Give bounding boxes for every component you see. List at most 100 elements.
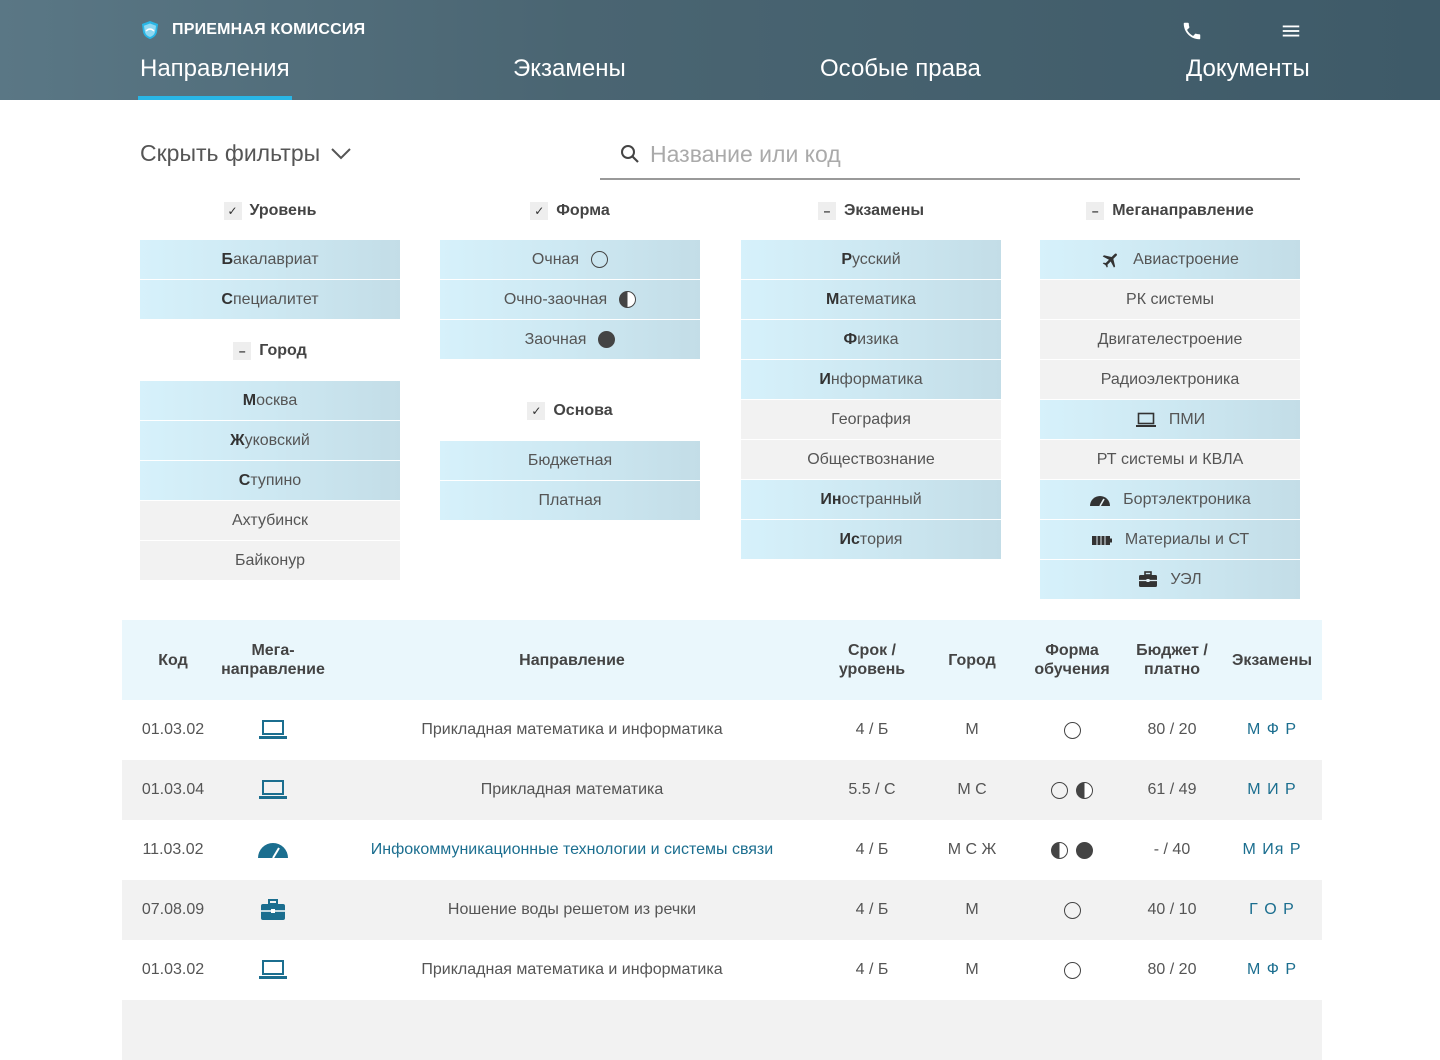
hide-filters-toggle[interactable]: Скрыть фильтры: [140, 140, 352, 167]
th-term[interactable]: Срок / уровень: [822, 641, 922, 679]
table-row[interactable]: 01.03.04 Прикладная математика 5.5 / С М…: [122, 760, 1322, 820]
filter-mega-title[interactable]: – Меганаправление: [1040, 200, 1300, 222]
filter-basis-label: Основа: [553, 402, 613, 419]
row-name[interactable]: Прикладная математика: [322, 781, 822, 799]
chip-exam-geography[interactable]: География: [741, 400, 1001, 439]
phone-icon[interactable]: [1181, 20, 1203, 42]
menu-icon[interactable]: [1280, 20, 1302, 42]
chip-exam-foreign[interactable]: Иностранный: [741, 480, 1001, 519]
filter-mega-label: Меганаправление: [1112, 202, 1254, 219]
basis-checkbox[interactable]: ✓: [527, 402, 546, 420]
row-name[interactable]: Прикладная математика и информатика: [322, 961, 822, 979]
filter-city-label: Город: [259, 342, 307, 359]
exams-checkbox[interactable]: –: [817, 202, 836, 220]
chip-city-moscow[interactable]: Москва: [140, 381, 400, 420]
brand-title: ПРИЕМНАЯ КОМИССИЯ: [172, 21, 366, 38]
city-checkbox[interactable]: –: [233, 342, 252, 360]
row-term: 4 / Б: [855, 721, 889, 738]
row-term: 4 / Б: [855, 961, 889, 978]
th-city[interactable]: Город: [922, 651, 1022, 670]
chip-city-akhtubinsk[interactable]: Ахтубинск: [140, 501, 400, 540]
row-name[interactable]: Прикладная математика и информатика: [322, 721, 822, 739]
tab-special-rights[interactable]: Особые права: [820, 55, 981, 83]
chip-basis-paid[interactable]: Платная: [440, 481, 700, 520]
chip-exam-history[interactable]: История: [741, 520, 1001, 559]
full-circle-icon: [598, 331, 616, 348]
row-exams[interactable]: М Ия Р: [1222, 841, 1322, 859]
form-checkbox[interactable]: ✓: [530, 202, 549, 220]
table-row[interactable]: 01.03.02 Прикладная математика и информа…: [122, 700, 1322, 760]
chip-exam-math[interactable]: Математика: [741, 280, 1001, 319]
brand[interactable]: ПРИЕМНАЯ КОМИССИЯ: [140, 20, 365, 40]
empty-circle-icon: [1063, 901, 1081, 919]
chip-mega-rt[interactable]: РТ системы и КВЛА: [1040, 440, 1300, 479]
chip-mega-radio[interactable]: Радиоэлектроника: [1040, 360, 1300, 399]
row-exams[interactable]: М Ф Р: [1222, 961, 1322, 979]
row-name[interactable]: Ношение воды решетом из речки: [322, 901, 822, 919]
th-exams[interactable]: Экзамены: [1222, 651, 1322, 670]
filter-form-title[interactable]: ✓ Форма: [440, 200, 700, 222]
tab-directions[interactable]: Направления: [138, 55, 292, 100]
table-row[interactable]: 01.03.02 Прикладная математика и информа…: [122, 940, 1322, 1000]
chip-form-parttime[interactable]: Очно-заочная: [440, 280, 700, 319]
chip-mega-pmi[interactable]: ПМИ: [1040, 400, 1300, 439]
chip-city-baikonur[interactable]: Байконур: [140, 541, 400, 580]
row-form: [1022, 901, 1122, 919]
laptop-icon: [259, 960, 287, 979]
table-row[interactable]: 07.08.09 Ношение воды решетом из речки 4…: [122, 880, 1322, 940]
chip-city-stupino[interactable]: Ступино: [140, 461, 400, 500]
chip-mega-engines[interactable]: Двигателестроение: [1040, 320, 1300, 359]
th-mega[interactable]: Мега-направление: [221, 641, 325, 679]
chip-mega-rk[interactable]: РК системы: [1040, 280, 1300, 319]
chip-level-bachelor[interactable]: Бакалавриат: [140, 240, 400, 279]
filter-city-title[interactable]: – Город: [140, 340, 400, 362]
th-budget[interactable]: Бюджет / платно: [1122, 641, 1222, 679]
row-code: 07.08.09: [141, 901, 205, 918]
row-budget: 80 / 20: [1147, 961, 1197, 978]
chip-form-fulltime[interactable]: Очная: [440, 240, 700, 279]
row-exams[interactable]: М И Р: [1222, 781, 1322, 799]
th-form[interactable]: Форма обучения: [1022, 641, 1122, 679]
filter-form-label: Форма: [556, 202, 610, 219]
row-form: [1022, 961, 1122, 979]
shield-logo-icon: [142, 21, 158, 39]
row-city: М: [965, 961, 979, 978]
th-code[interactable]: Код: [122, 651, 224, 670]
chip-exam-russian[interactable]: Русский: [741, 240, 1001, 279]
row-term: 4 / Б: [855, 901, 889, 918]
th-name[interactable]: Направление: [322, 651, 822, 670]
tab-documents[interactable]: Документы: [1186, 55, 1310, 83]
chip-city-zhukovsky[interactable]: Жуковский: [140, 421, 400, 460]
chip-mega-aviation[interactable]: Авиастроение: [1040, 240, 1300, 279]
chip-mega-uel[interactable]: УЭЛ: [1040, 560, 1300, 599]
row-budget: - / 40: [1153, 841, 1191, 858]
filter-level-title[interactable]: ✓ Уровень: [140, 200, 400, 222]
filter-basis-title[interactable]: ✓ Основа: [440, 400, 700, 422]
mega-checkbox[interactable]: –: [1086, 202, 1105, 220]
row-name-link[interactable]: Инфокоммуникационные технологии и систем…: [322, 841, 822, 859]
row-mega: [224, 959, 322, 981]
filter-form-list: Очная Очно-заочная Заочная: [440, 240, 700, 360]
table-row[interactable]: 11.03.02 Инфокоммуникационные технологии…: [122, 820, 1322, 880]
chip-mega-avionics[interactable]: Бортэлектроника: [1040, 480, 1300, 519]
row-budget: 40 / 10: [1147, 901, 1197, 918]
filter-exams-title[interactable]: – Экзамены: [741, 200, 1001, 222]
search-input[interactable]: [650, 140, 1270, 168]
empty-circle-icon: [1051, 781, 1068, 799]
chip-mega-materials[interactable]: Материалы и СТ: [1040, 520, 1300, 559]
tab-exams[interactable]: Экзамены: [513, 55, 626, 83]
row-exams[interactable]: М Ф Р: [1222, 721, 1322, 739]
chip-form-distance[interactable]: Заочная: [440, 320, 700, 359]
chip-exam-physics[interactable]: Физика: [741, 320, 1001, 359]
chip-level-specialist[interactable]: Специалитет: [140, 280, 400, 319]
row-exams[interactable]: Г О Р: [1222, 901, 1322, 919]
level-checkbox[interactable]: ✓: [223, 202, 242, 220]
row-budget: 61 / 49: [1147, 781, 1197, 798]
table-row-partial[interactable]: [122, 1000, 1322, 1060]
laptop-icon: [1135, 412, 1156, 427]
chip-basis-budget[interactable]: Бюджетная: [440, 441, 700, 480]
chip-exam-informatics[interactable]: Информатика: [741, 360, 1001, 399]
row-code: 01.03.02: [141, 961, 205, 978]
chip-exam-social[interactable]: Обществознание: [741, 440, 1001, 479]
laptop-icon: [259, 780, 287, 799]
